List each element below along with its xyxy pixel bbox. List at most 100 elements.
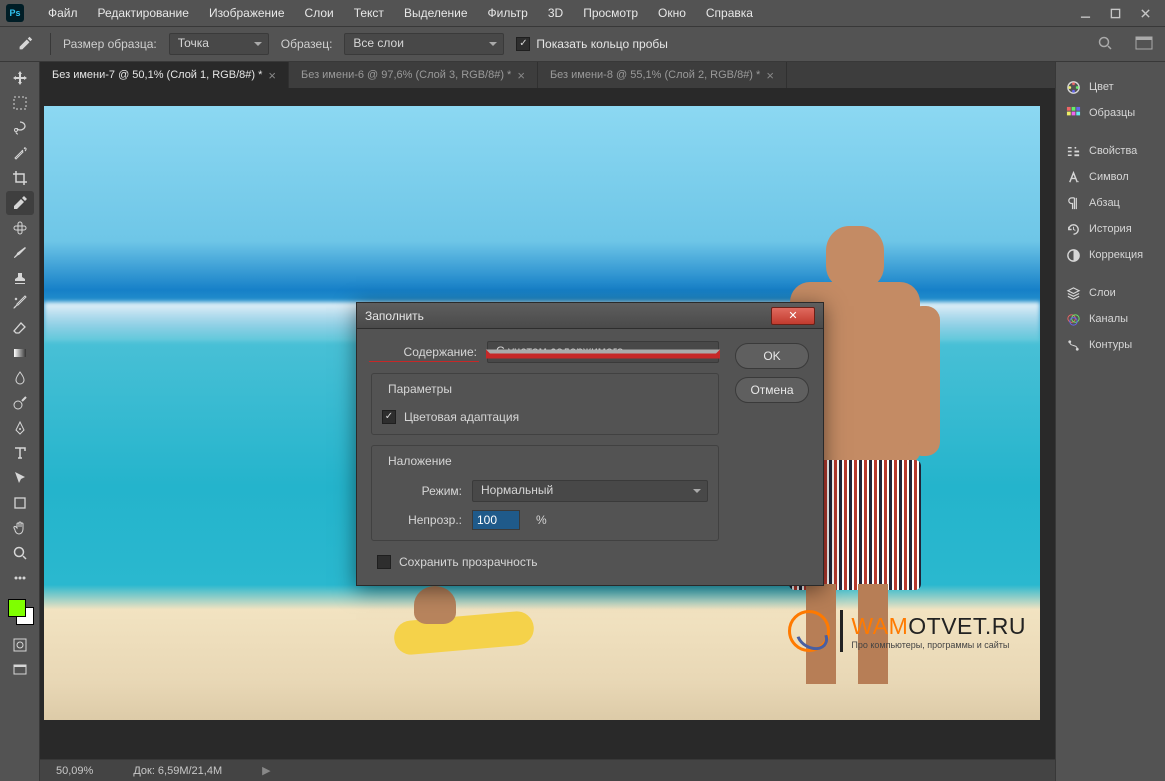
menu-file[interactable]: Файл — [38, 2, 88, 24]
panel-character[interactable]: Символ — [1056, 164, 1165, 190]
move-tool-icon[interactable] — [6, 66, 34, 90]
zoom-tool-icon[interactable] — [6, 541, 34, 565]
hand-tool-icon[interactable] — [6, 516, 34, 540]
watermark: WAMOTVET.RU Про компьютеры, программы и … — [788, 610, 1026, 652]
search-icon[interactable] — [1097, 35, 1113, 54]
mode-dropdown[interactable]: Нормальный — [472, 480, 708, 502]
opacity-unit: % — [536, 513, 547, 527]
crop-tool-icon[interactable] — [6, 166, 34, 190]
opacity-input[interactable] — [472, 510, 520, 530]
opacity-label: Непрозр.: — [382, 513, 462, 527]
panel-adjustments[interactable]: Коррекция — [1056, 242, 1165, 268]
color-adapt-checkbox[interactable] — [382, 410, 396, 424]
panel-history[interactable]: История — [1056, 216, 1165, 242]
minimize-button[interactable] — [1071, 3, 1099, 23]
close-icon[interactable]: × — [766, 68, 774, 83]
color-swatches[interactable] — [6, 597, 34, 625]
menubar: Ps Файл Редактирование Изображение Слои … — [0, 0, 1165, 26]
statusbar: 50,09% Док: 6,59M/21,4M ▶ — [40, 759, 1055, 781]
panel-layers-label: Слои — [1089, 287, 1116, 299]
document-tabs: Без имени-7 @ 50,1% (Слой 1, RGB/8#) *× … — [40, 62, 1055, 88]
content-label: Содержание: — [371, 345, 477, 359]
stamp-tool-icon[interactable] — [6, 266, 34, 290]
screenmode-icon[interactable] — [6, 658, 34, 682]
shape-tool-icon[interactable] — [6, 491, 34, 515]
magic-wand-tool-icon[interactable] — [6, 141, 34, 165]
menu-window[interactable]: Окно — [648, 2, 696, 24]
maximize-button[interactable] — [1101, 3, 1129, 23]
gradient-tool-icon[interactable] — [6, 341, 34, 365]
dialog-close-button[interactable]: ✕ — [771, 307, 815, 325]
sample-layers-dropdown[interactable]: Все слои — [344, 33, 504, 55]
panel-adjustments-label: Коррекция — [1089, 249, 1143, 261]
ps-logo: Ps — [6, 4, 24, 22]
menu-help[interactable]: Справка — [696, 2, 763, 24]
doc-tab-1-label: Без имени-7 @ 50,1% (Слой 1, RGB/8#) * — [52, 69, 262, 81]
tool-preset-icon[interactable] — [12, 31, 38, 57]
menu-layers[interactable]: Слои — [295, 2, 344, 24]
dodge-tool-icon[interactable] — [6, 391, 34, 415]
panel-swatches-label: Образцы — [1089, 107, 1135, 119]
quickmask-icon[interactable] — [6, 633, 34, 657]
menu-3d[interactable]: 3D — [538, 2, 573, 24]
watermark-brand-2: OTVET — [908, 613, 985, 639]
eyedropper-tool-icon[interactable] — [6, 191, 34, 215]
preserve-transparency-checkbox[interactable] — [377, 555, 391, 569]
dialog-titlebar[interactable]: Заполнить ✕ — [357, 303, 823, 329]
menu-select[interactable]: Выделение — [394, 2, 478, 24]
menu-edit[interactable]: Редактирование — [88, 2, 199, 24]
panel-properties[interactable]: Свойства — [1056, 138, 1165, 164]
panel-channels-label: Каналы — [1089, 313, 1128, 325]
doc-tab-2[interactable]: Без имени-6 @ 97,6% (Слой 3, RGB/8#) * × — [289, 62, 538, 88]
close-icon[interactable]: × — [268, 68, 276, 83]
menu-text[interactable]: Текст — [344, 2, 394, 24]
sample-size-label: Размер образца: — [63, 37, 157, 51]
watermark-brand-3: .RU — [985, 613, 1026, 639]
dialog-title: Заполнить — [365, 309, 424, 323]
pen-tool-icon[interactable] — [6, 416, 34, 440]
arrange-docs-icon[interactable] — [1135, 36, 1153, 53]
color-adapt-label: Цветовая адаптация — [404, 410, 519, 424]
panel-color-label: Цвет — [1089, 81, 1114, 93]
panel-swatches[interactable]: Образцы — [1056, 100, 1165, 126]
history-brush-tool-icon[interactable] — [6, 291, 34, 315]
cancel-button[interactable]: Отмена — [735, 377, 809, 403]
blur-tool-icon[interactable] — [6, 366, 34, 390]
healing-tool-icon[interactable] — [6, 216, 34, 240]
brush-tool-icon[interactable] — [6, 241, 34, 265]
panel-paragraph-label: Абзац — [1089, 197, 1120, 209]
doc-size-status[interactable]: Док: 6,59M/21,4M — [133, 765, 222, 777]
swimmer-shape — [414, 586, 456, 624]
preserve-transparency-label: Сохранить прозрачность — [399, 555, 538, 569]
content-dropdown[interactable]: С учетом содержимого — [487, 341, 719, 363]
menu-image[interactable]: Изображение — [199, 2, 295, 24]
sample-size-dropdown[interactable]: Точка — [169, 33, 269, 55]
panel-channels[interactable]: Каналы — [1056, 306, 1165, 332]
panel-character-label: Символ — [1089, 171, 1129, 183]
show-ring-checkbox[interactable] — [516, 37, 530, 51]
sample-label: Образец: — [281, 37, 333, 51]
zoom-status[interactable]: 50,09% — [56, 765, 93, 777]
menu-filter[interactable]: Фильтр — [478, 2, 538, 24]
close-icon[interactable]: × — [517, 68, 525, 83]
panel-paths[interactable]: Контуры — [1056, 332, 1165, 358]
params-fieldset: Параметры Цветовая адаптация — [371, 373, 719, 435]
eraser-tool-icon[interactable] — [6, 316, 34, 340]
ok-button[interactable]: OK — [735, 343, 809, 369]
menu-view[interactable]: Просмотр — [573, 2, 648, 24]
edit-toolbar-icon[interactable] — [6, 566, 34, 590]
marquee-tool-icon[interactable] — [6, 91, 34, 115]
close-button[interactable] — [1131, 3, 1159, 23]
type-tool-icon[interactable] — [6, 441, 34, 465]
watermark-brand-1: WAM — [851, 613, 908, 639]
panel-color[interactable]: Цвет — [1056, 74, 1165, 100]
right-panels: Цвет Образцы Свойства Символ Абзац Истор… — [1055, 62, 1165, 781]
lasso-tool-icon[interactable] — [6, 116, 34, 140]
panel-layers[interactable]: Слои — [1056, 280, 1165, 306]
doc-tab-2-label: Без имени-6 @ 97,6% (Слой 3, RGB/8#) * — [301, 69, 511, 81]
doc-tab-1[interactable]: Без имени-7 @ 50,1% (Слой 1, RGB/8#) * × — [40, 62, 289, 88]
panel-paragraph[interactable]: Абзац — [1056, 190, 1165, 216]
path-select-tool-icon[interactable] — [6, 466, 34, 490]
doc-tab-3[interactable]: Без имени-8 @ 55,1% (Слой 2, RGB/8#) *× — [538, 62, 787, 88]
overlay-legend: Наложение — [384, 454, 456, 468]
